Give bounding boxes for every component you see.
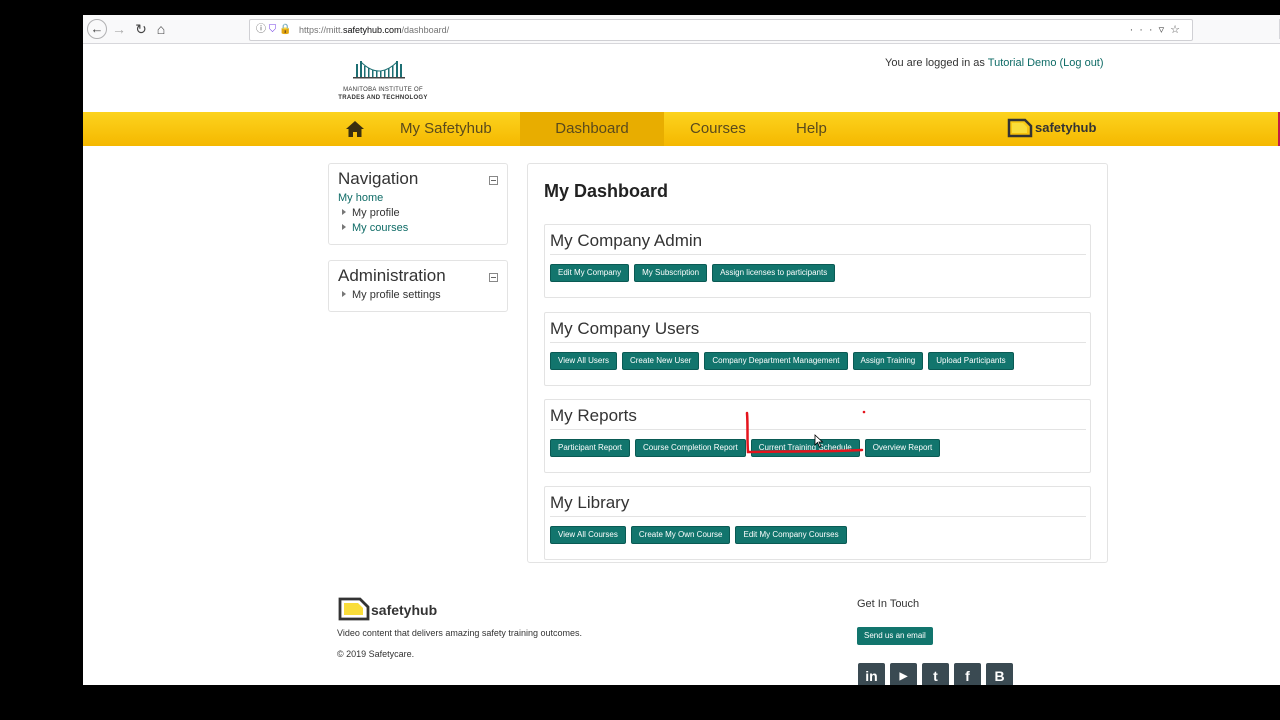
safetyhub-brand[interactable]: safetyhub bbox=[1007, 118, 1096, 140]
divider bbox=[550, 516, 1086, 517]
blogger-icon[interactable]: B bbox=[986, 663, 1013, 685]
logo-text-line2: TRADES AND TECHNOLOGY bbox=[338, 95, 428, 101]
get-in-touch-heading: Get In Touch bbox=[857, 598, 920, 610]
my-subscription-button[interactable]: My Subscription bbox=[634, 264, 708, 282]
footer-tagline: Video content that delivers amazing safe… bbox=[337, 628, 582, 638]
youtube-icon[interactable]: ▶ bbox=[890, 663, 917, 685]
administration-block: Administration My profile settings bbox=[328, 260, 508, 312]
collapse-icon[interactable] bbox=[489, 176, 498, 185]
participant-report-button[interactable]: Participant Report bbox=[550, 439, 631, 457]
url-bar[interactable]: ⓘ ⛉ 🔒 https://mitt.safetyhub.com/dashboa… bbox=[249, 19, 1193, 41]
site-info-icons[interactable]: ⓘ ⛉ 🔒 bbox=[256, 20, 292, 40]
lock-icon: 🔒 bbox=[279, 24, 292, 35]
browser-toolbar: ← → ↻ ⌂ ⓘ ⛉ 🔒 https://mitt.safetyhub.com… bbox=[83, 15, 1280, 44]
login-prefix: You are logged in as bbox=[885, 57, 988, 69]
pocket-icon[interactable]: ▿ bbox=[1159, 24, 1171, 36]
send-email-button[interactable]: Send us an email bbox=[857, 627, 933, 645]
assign-licenses-button[interactable]: Assign licenses to participants bbox=[712, 264, 836, 282]
footer-copyright: © 2019 Safetycare. bbox=[337, 649, 415, 659]
divider bbox=[550, 342, 1086, 343]
nav-dashboard[interactable]: Dashboard bbox=[520, 112, 664, 146]
section-title: My Library bbox=[550, 493, 630, 512]
department-management-button[interactable]: Company Department Management bbox=[704, 352, 848, 370]
nav-my-courses-label: My courses bbox=[352, 222, 409, 234]
collapse-icon[interactable] bbox=[489, 273, 498, 282]
url-actions: ···▿☆ bbox=[1130, 20, 1186, 40]
nav-my-safetyhub[interactable]: My Safetyhub bbox=[400, 112, 492, 146]
section-title: My Company Admin bbox=[550, 231, 703, 250]
home-icon[interactable] bbox=[345, 120, 365, 138]
nav-help[interactable]: Help bbox=[796, 112, 827, 146]
section-title: My Company Users bbox=[550, 319, 700, 338]
url-text[interactable]: https://mitt.safetyhub.com/dashboard/ bbox=[299, 20, 449, 40]
overview-report-button[interactable]: Overview Report bbox=[864, 439, 941, 457]
forward-arrow-icon[interactable]: → bbox=[109, 19, 129, 39]
safetyhub-logo-icon bbox=[338, 597, 370, 621]
twitter-icon[interactable]: t bbox=[922, 663, 949, 685]
admin-profile-settings[interactable]: My profile settings bbox=[342, 289, 441, 301]
nav-my-home-link[interactable]: My home bbox=[338, 192, 383, 204]
login-info: You are logged in as Tutorial Demo (Log … bbox=[885, 57, 1104, 69]
company-users-section: My Company Users View All Users Create Ne… bbox=[544, 312, 1091, 386]
navigation-title: Navigation bbox=[338, 169, 419, 188]
create-new-user-button[interactable]: Create New User bbox=[621, 352, 700, 370]
administration-title: Administration bbox=[338, 266, 446, 285]
url-path: /dashboard/ bbox=[401, 25, 450, 35]
logo-text-line1: MANITOBA INSTITUTE OF bbox=[343, 87, 423, 93]
navigation-block: Navigation My home My profile My courses bbox=[328, 163, 508, 245]
admin-profile-settings-label: My profile settings bbox=[352, 289, 441, 301]
more-icon[interactable]: ··· bbox=[1130, 24, 1159, 36]
reload-icon[interactable]: ↻ bbox=[131, 19, 151, 39]
view-all-users-button[interactable]: View All Users bbox=[550, 352, 617, 370]
url-prefix: https://mitt. bbox=[299, 25, 344, 35]
linkedin-icon[interactable]: in bbox=[858, 663, 885, 685]
safetyhub-brand-text: safetyhub bbox=[1035, 120, 1097, 135]
info-icon: ⓘ bbox=[256, 24, 266, 35]
course-completion-report-button[interactable]: Course Completion Report bbox=[635, 439, 746, 457]
star-icon[interactable]: ☆ bbox=[1170, 24, 1186, 36]
expand-arrow-icon bbox=[342, 209, 346, 215]
library-section: My Library View All Courses Create My Own… bbox=[544, 486, 1091, 560]
url-host: safetyhub.com bbox=[343, 25, 402, 35]
dashboard-panel: My Dashboard My Company Admin Edit My Co… bbox=[527, 163, 1108, 563]
current-training-schedule-button[interactable]: Current Training Schedule bbox=[750, 439, 860, 457]
back-arrow-icon[interactable]: ← bbox=[87, 19, 107, 39]
footer-safetyhub-logo[interactable]: safetyhub bbox=[338, 597, 437, 621]
view-all-courses-button[interactable]: View All Courses bbox=[550, 526, 626, 544]
nav-my-profile-label: My profile bbox=[352, 207, 400, 219]
create-own-course-button[interactable]: Create My Own Course bbox=[630, 526, 731, 544]
mitt-logo[interactable]: MANITOBA INSTITUTE OF TRADES AND TECHNOL… bbox=[338, 55, 428, 105]
bridge-logo-icon bbox=[353, 61, 405, 79]
section-title: My Reports bbox=[550, 406, 637, 425]
main-navbar: My Safetyhub Dashboard Courses Help safe… bbox=[83, 112, 1280, 146]
edit-my-company-button[interactable]: Edit My Company bbox=[550, 264, 630, 282]
page-title: My Dashboard bbox=[544, 181, 669, 201]
tracking-shield-icon: ⛉ bbox=[268, 24, 277, 35]
expand-arrow-icon bbox=[342, 224, 346, 230]
home-icon[interactable]: ⌂ bbox=[151, 19, 171, 39]
nav-my-profile[interactable]: My profile bbox=[342, 207, 400, 219]
assign-training-button[interactable]: Assign Training bbox=[852, 352, 924, 370]
footer-brand-text: safetyhub bbox=[371, 602, 438, 618]
facebook-icon[interactable]: f bbox=[954, 663, 981, 685]
edit-company-courses-button[interactable]: Edit My Company Courses bbox=[735, 526, 847, 544]
divider bbox=[550, 429, 1086, 430]
upload-participants-button[interactable]: Upload Participants bbox=[928, 352, 1014, 370]
mouse-cursor-icon bbox=[814, 434, 824, 448]
safetyhub-logo-icon bbox=[1007, 118, 1033, 138]
divider bbox=[550, 254, 1086, 255]
nav-my-courses[interactable]: My courses bbox=[342, 222, 408, 234]
browser-window: ← → ↻ ⌂ ⓘ ⛉ 🔒 https://mitt.safetyhub.com… bbox=[83, 15, 1280, 685]
expand-arrow-icon bbox=[342, 291, 346, 297]
nav-courses[interactable]: Courses bbox=[690, 112, 746, 146]
logout-link[interactable]: (Log out) bbox=[1060, 57, 1104, 69]
company-admin-section: My Company Admin Edit My Company My Subsc… bbox=[544, 224, 1091, 298]
user-name-link[interactable]: Tutorial Demo bbox=[988, 57, 1057, 69]
